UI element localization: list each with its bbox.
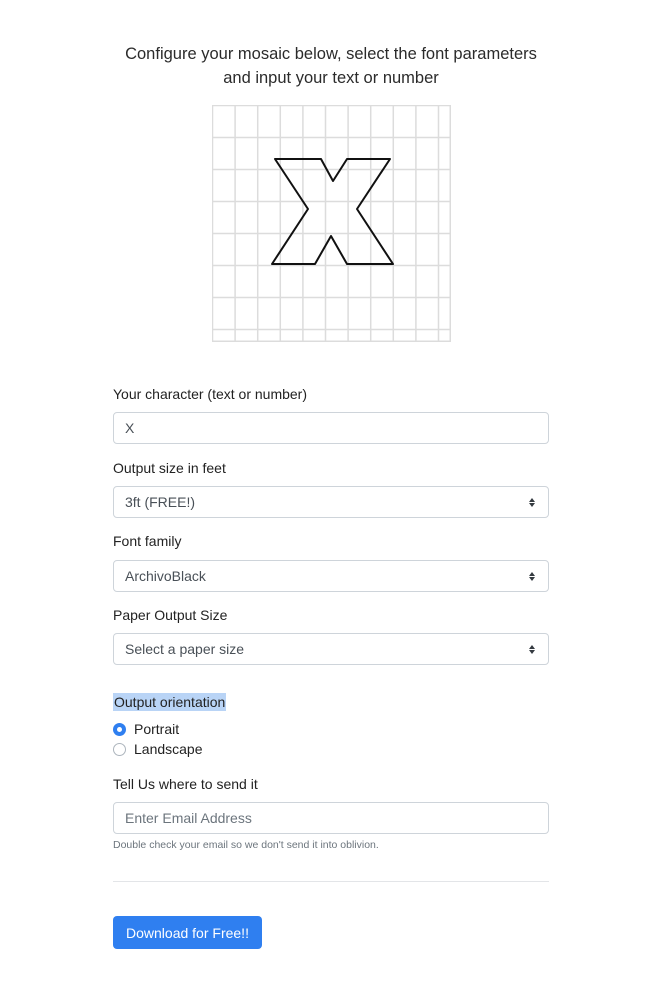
font-family-select[interactable]: ArchivoBlack xyxy=(113,560,549,592)
mosaic-grid xyxy=(212,105,451,342)
orientation-label: Output orientation xyxy=(113,693,227,711)
radio-unchecked-icon[interactable] xyxy=(113,742,126,756)
mosaic-preview xyxy=(212,105,451,342)
grid-lines xyxy=(212,105,451,342)
radio-checked-icon[interactable] xyxy=(113,722,126,736)
output-size-value: 3ft (FREE!) xyxy=(125,494,196,510)
select-arrows-icon xyxy=(527,569,537,583)
font-family-value: ArchivoBlack xyxy=(125,568,206,584)
character-label: Your character (text or number) xyxy=(113,386,308,402)
orientation-option-landscape[interactable]: Landscape xyxy=(113,741,203,757)
character-input-value: X xyxy=(125,420,135,436)
paper-size-value: Select a paper size xyxy=(125,641,245,657)
intro-line-1: Configure your mosaic below, select the … xyxy=(125,45,537,63)
paper-size-label: Paper Output Size xyxy=(113,607,228,623)
orientation-label-text: Output orientation xyxy=(113,693,227,711)
divider xyxy=(113,881,549,882)
email-input[interactable]: Enter Email Address xyxy=(113,802,549,834)
intro-text: Configure your mosaic below, select the … xyxy=(0,42,662,90)
landscape-label: Landscape xyxy=(134,741,203,757)
portrait-label: Portrait xyxy=(134,721,180,737)
email-placeholder: Enter Email Address xyxy=(125,810,252,826)
select-arrows-icon xyxy=(527,495,537,509)
download-button[interactable]: Download for Free!! xyxy=(113,916,262,949)
orientation-option-portrait[interactable]: Portrait xyxy=(113,721,179,737)
select-arrows-icon xyxy=(527,642,537,656)
paper-size-select[interactable]: Select a paper size xyxy=(113,633,549,665)
font-family-label: Font family xyxy=(113,533,182,549)
intro-line-2: and input your text or number xyxy=(223,69,439,87)
email-help-text: Double check your email so we don't send… xyxy=(113,839,379,851)
email-label: Tell Us where to send it xyxy=(113,776,258,792)
character-outline xyxy=(271,158,394,265)
output-size-label: Output size in feet xyxy=(113,460,226,476)
output-size-select[interactable]: 3ft (FREE!) xyxy=(113,486,549,518)
character-input[interactable]: X xyxy=(113,412,549,444)
